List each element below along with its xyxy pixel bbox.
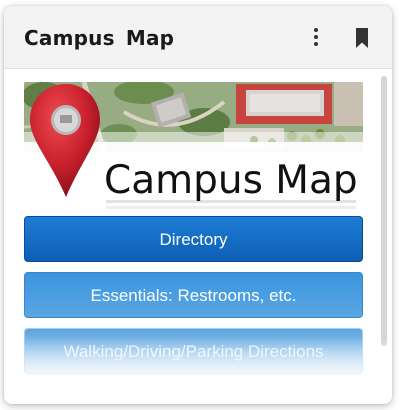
card-content: Campus Map Directory Essentials: Restroo…: [4, 68, 392, 404]
bookmark-icon[interactable]: [350, 26, 374, 52]
directions-button[interactable]: Walking/Driving/Parking Directions: [24, 328, 363, 374]
directory-button[interactable]: Directory: [24, 216, 363, 262]
essentials-button[interactable]: Essentials: Restrooms, etc.: [24, 272, 363, 318]
card-header: Campus Map: [4, 6, 392, 69]
kebab-menu-icon[interactable]: [304, 26, 328, 52]
scrollbar[interactable]: [381, 76, 387, 346]
campus-map-card: Campus Map Campus Map Directory Essentia…: [4, 6, 392, 404]
card-title: Campus Map: [24, 26, 175, 50]
campus-map-banner[interactable]: Campus Map: [24, 82, 363, 212]
map-pin-icon: [30, 84, 100, 197]
banner-title: Campus Map: [104, 158, 358, 203]
